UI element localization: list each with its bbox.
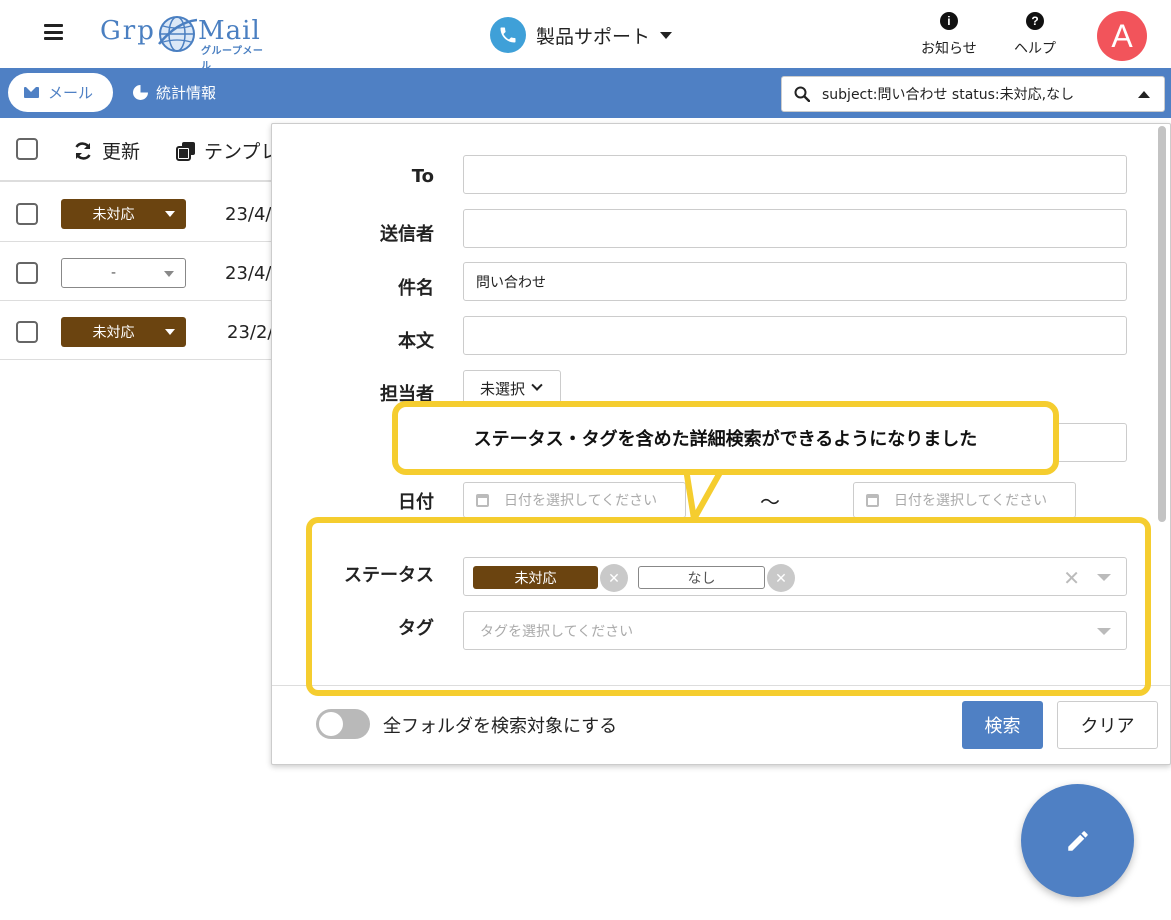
app-logo[interactable]: Grp Mail グループメール <box>100 12 270 72</box>
app-header: Grp Mail グループメール 製品サポート i お知らせ ? ヘルプ A <box>0 0 1171 72</box>
tab-mail-label: メール <box>48 84 94 102</box>
to-field[interactable] <box>463 155 1127 194</box>
menu-icon[interactable] <box>44 24 63 40</box>
row-checkbox[interactable] <box>16 321 38 343</box>
status-dropdown[interactable]: 未対応 <box>61 199 186 229</box>
notifications-button[interactable]: i お知らせ <box>921 12 977 58</box>
sender-label: 送信者 <box>380 224 434 245</box>
info-icon: i <box>939 12 958 30</box>
tab-stats[interactable]: 統計情報 <box>133 73 216 112</box>
callout-pointer <box>683 469 725 521</box>
date-to-placeholder: 日付を選択してください <box>894 493 1048 509</box>
all-folders-label: 全フォルダを検索対象にする <box>383 716 618 737</box>
help-label: ヘルプ <box>1014 41 1056 57</box>
logo-text-left: Grp <box>100 16 156 46</box>
scrollbar[interactable] <box>1158 126 1166 522</box>
date-from-placeholder: 日付を選択してください <box>504 493 658 509</box>
refresh-icon <box>75 141 91 160</box>
annotation-callout: ステータス・タグを含めた詳細検索ができるようになりました <box>392 401 1059 475</box>
envelope-icon <box>24 87 39 98</box>
tab-mail[interactable]: メール <box>8 73 113 112</box>
to-label: To <box>411 166 434 187</box>
chevron-down-icon <box>660 31 673 39</box>
phone-icon <box>490 17 526 53</box>
subject-field[interactable]: 問い合わせ <box>463 262 1127 301</box>
date-from-picker[interactable]: 日付を選択してください <box>463 482 686 518</box>
compose-button[interactable] <box>1021 784 1134 897</box>
search-query: subject:問い合わせ status:未対応,なし <box>822 87 1075 103</box>
status-dropdown[interactable]: 未対応 <box>61 317 186 347</box>
subject-label: 件名 <box>398 278 434 299</box>
caret-down-icon <box>165 329 175 335</box>
date-separator: 〜 <box>760 490 780 514</box>
date-label: 日付 <box>398 492 434 513</box>
search-icon <box>794 86 810 102</box>
list-item[interactable]: 未対応 23/2/ <box>0 302 280 360</box>
row-checkbox[interactable] <box>16 262 38 284</box>
clear-button[interactable]: クリア <box>1057 701 1158 749</box>
chevron-up-icon[interactable] <box>1138 91 1150 98</box>
product-selector[interactable]: 製品サポート <box>490 17 673 53</box>
refresh-label: 更新 <box>102 141 141 163</box>
notifications-label: お知らせ <box>921 41 977 57</box>
chevron-down-icon <box>531 379 543 391</box>
calendar-icon <box>476 493 489 507</box>
all-folders-toggle[interactable] <box>316 709 370 739</box>
assignee-value: 未選択 <box>480 379 526 398</box>
pie-chart-icon <box>133 85 148 100</box>
product-label: 製品サポート <box>536 25 651 48</box>
globe-icon <box>158 16 197 52</box>
list-item[interactable]: - 23/4/ <box>0 243 280 301</box>
template-label: テンプレ <box>204 141 280 163</box>
tab-stats-label: 統計情報 <box>156 84 217 102</box>
body-label: 本文 <box>398 331 434 352</box>
select-all-checkbox[interactable] <box>16 138 38 160</box>
search-button[interactable]: 検索 <box>962 701 1043 749</box>
help-button[interactable]: ? ヘルプ <box>1014 12 1056 58</box>
main-toolbar: メール 統計情報 subject:問い合わせ status:未対応,なし <box>0 68 1171 118</box>
row-date: 23/4/ <box>225 204 272 225</box>
caret-down-icon <box>164 271 174 277</box>
search-input[interactable]: subject:問い合わせ status:未対応,なし <box>781 76 1165 112</box>
toggle-knob <box>319 712 343 736</box>
body-field[interactable] <box>463 316 1127 355</box>
avatar[interactable]: A <box>1097 11 1147 61</box>
row-checkbox[interactable] <box>16 203 38 225</box>
row-date: 23/4/ <box>225 263 272 284</box>
pencil-icon <box>1067 830 1088 851</box>
copy-icon <box>176 141 195 161</box>
highlight-frame <box>306 517 1151 696</box>
list-toolbar: 更新 テンプレ <box>0 118 280 182</box>
question-icon: ? <box>1026 12 1044 30</box>
sender-field[interactable] <box>463 209 1127 248</box>
refresh-button[interactable]: 更新 <box>73 137 140 164</box>
date-to-picker[interactable]: 日付を選択してください <box>853 482 1076 518</box>
caret-down-icon <box>165 211 175 217</box>
template-button[interactable]: テンプレ <box>176 137 279 164</box>
list-item[interactable]: 未対応 23/4/ <box>0 184 280 242</box>
calendar-icon <box>866 493 879 507</box>
status-dropdown[interactable]: - <box>61 258 186 288</box>
row-date: 23/2/ <box>227 322 274 343</box>
